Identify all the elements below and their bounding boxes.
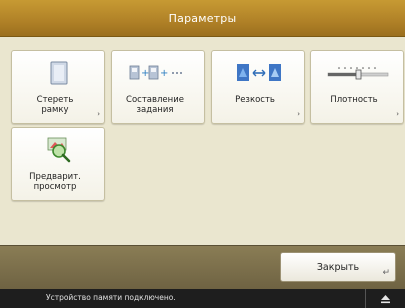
job-build-button[interactable]: + + Составление задания bbox=[111, 50, 205, 124]
svg-text:+: + bbox=[141, 68, 149, 79]
density-label: Плотность bbox=[330, 95, 378, 105]
sharpness-label: Резкость bbox=[235, 95, 275, 105]
sharpness-button[interactable]: Резкость › bbox=[211, 50, 305, 124]
preview-icon bbox=[12, 136, 106, 164]
preview-label: Предварит. просмотр bbox=[29, 172, 81, 192]
svg-text:+: + bbox=[160, 68, 168, 79]
erase-frame-label: Стереть рамку bbox=[36, 95, 74, 115]
action-bar: Закрыть ↵ bbox=[0, 245, 405, 290]
eject-icon[interactable] bbox=[366, 289, 405, 308]
density-button[interactable]: Плотность › bbox=[310, 50, 404, 124]
status-message: Устройство памяти подключено. bbox=[46, 293, 176, 302]
sharpness-icon bbox=[212, 59, 306, 87]
job-build-label: Составление задания bbox=[126, 95, 184, 115]
status-bar: Устройство памяти подключено. bbox=[0, 289, 405, 308]
density-icon bbox=[311, 59, 405, 87]
options-panel: Стереть рамку › + + Составление задания bbox=[0, 37, 405, 245]
chevron-right-icon: › bbox=[396, 110, 399, 118]
preview-button[interactable]: Предварит. просмотр bbox=[11, 127, 105, 201]
title-bar: Параметры bbox=[0, 0, 405, 37]
close-button-label: Закрыть bbox=[316, 261, 360, 273]
chevron-right-icon: › bbox=[97, 110, 100, 118]
options-screen: Параметры Стереть рамку › + + Составлени… bbox=[0, 0, 405, 308]
chevron-right-icon: › bbox=[297, 110, 300, 118]
erase-frame-icon bbox=[12, 59, 106, 87]
screen-title: Параметры bbox=[168, 11, 237, 25]
close-button[interactable]: Закрыть ↵ bbox=[280, 252, 396, 282]
erase-frame-button[interactable]: Стереть рамку › bbox=[11, 50, 105, 124]
job-build-icon: + + bbox=[112, 59, 206, 87]
return-icon: ↵ bbox=[382, 268, 390, 278]
